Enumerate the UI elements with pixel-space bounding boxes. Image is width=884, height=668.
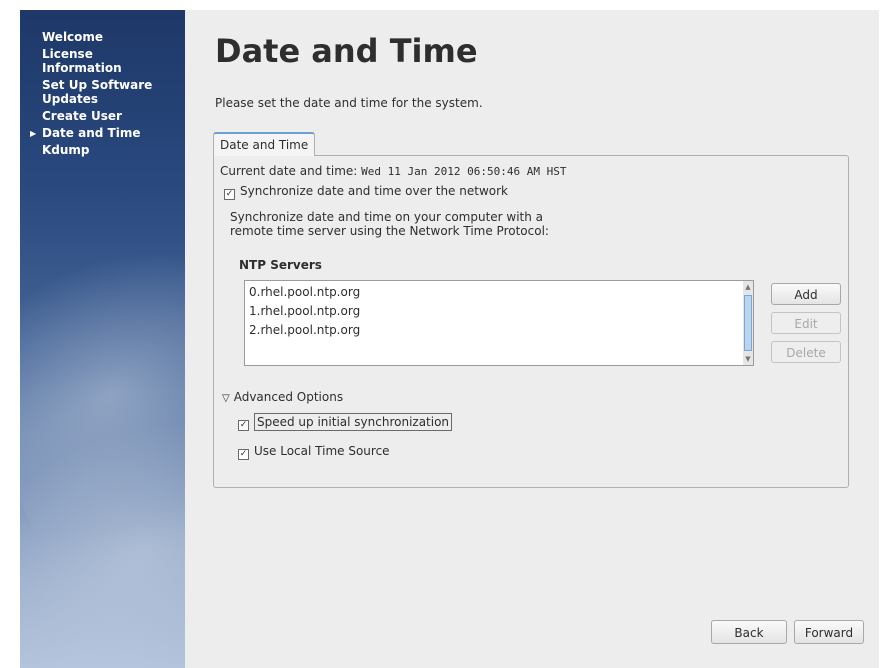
current-datetime-value: Wed 11 Jan 2012 06:50:46 AM HST — [361, 165, 567, 178]
local-time-source-label: Use Local Time Source — [254, 444, 390, 458]
ntp-description-line: remote time server using the Network Tim… — [230, 224, 549, 238]
ntp-list-scrollbar[interactable]: ▲ ▼ — [743, 280, 754, 366]
scroll-up-icon[interactable]: ▲ — [743, 281, 753, 293]
list-item[interactable]: 2.rhel.pool.ntp.org — [249, 323, 360, 337]
sidebar-item-label: License Information — [42, 47, 122, 75]
ntp-description-line: Synchronize date and time on your comput… — [230, 210, 544, 224]
ntp-servers-heading: NTP Servers — [239, 258, 322, 272]
edit-server-button[interactable]: Edit — [771, 312, 841, 334]
main-content: Date and Time Please set the date and ti… — [185, 10, 879, 668]
sidebar-item-date-and-time[interactable]: ▶ Date and Time — [20, 126, 172, 140]
triangle-right-icon: ▶ — [30, 129, 37, 138]
local-time-source-checkbox[interactable]: ✓ Use Local Time Source — [238, 444, 390, 460]
add-server-button[interactable]: Add — [771, 283, 841, 305]
sync-network-checkbox[interactable]: ✓ Synchronize date and time over the netw… — [224, 184, 508, 200]
advanced-options-expander[interactable]: ▽ Advanced Options — [222, 390, 343, 404]
triangle-down-icon: ▽ — [222, 393, 230, 404]
list-item[interactable]: 0.rhel.pool.ntp.org — [249, 285, 360, 299]
back-button[interactable]: Back — [711, 620, 787, 644]
checkbox-checked-icon: ✓ — [224, 189, 235, 200]
scrollbar-thumb[interactable] — [744, 295, 752, 351]
current-datetime-row: Current date and time: Wed 11 Jan 2012 0… — [220, 164, 566, 178]
sidebar-item-software-updates[interactable]: Set Up Software Updates — [20, 78, 172, 106]
tab-label: Date and Time — [220, 138, 309, 152]
delete-server-button[interactable]: Delete — [771, 341, 841, 363]
ntp-description: Synchronize date and time on your comput… — [230, 210, 590, 238]
checkbox-checked-icon: ✓ — [238, 449, 249, 460]
sidebar-item-label: Welcome — [42, 30, 104, 44]
delete-button-label: Delete — [786, 346, 826, 360]
back-button-label: Back — [734, 626, 764, 640]
tab-date-and-time[interactable]: Date and Time — [213, 132, 316, 156]
forward-button-label: Forward — [804, 626, 854, 640]
sidebar-item-label: Create User — [42, 109, 122, 123]
sync-network-label: Synchronize date and time over the netwo… — [240, 184, 508, 198]
current-datetime-label: Current date and time: — [220, 164, 358, 178]
sidebar-nav: Welcome License Information Set Up Softw… — [20, 30, 185, 160]
add-button-label: Add — [794, 288, 818, 302]
page-subtitle: Please set the date and time for the sys… — [215, 96, 483, 110]
sidebar-item-license-information[interactable]: License Information — [20, 47, 172, 75]
sidebar-item-label: Kdump — [42, 143, 90, 157]
forward-button[interactable]: Forward — [794, 620, 864, 644]
sidebar-item-label: Set Up Software Updates — [42, 78, 153, 106]
sidebar-item-welcome[interactable]: Welcome — [20, 30, 172, 44]
scroll-down-icon[interactable]: ▼ — [743, 353, 753, 365]
sidebar-item-create-user[interactable]: Create User — [20, 109, 172, 123]
speed-up-sync-checkbox[interactable]: ✓ Speed up initial synchronization — [238, 413, 453, 431]
advanced-options-label: Advanced Options — [233, 390, 344, 404]
list-item[interactable]: 1.rhel.pool.ntp.org — [249, 304, 360, 318]
sidebar-item-kdump[interactable]: Kdump — [20, 143, 172, 157]
page-title: Date and Time — [215, 32, 478, 70]
checkbox-checked-icon: ✓ — [238, 420, 249, 431]
sidebar-item-label: Date and Time — [42, 126, 141, 140]
ntp-server-list[interactable]: 0.rhel.pool.ntp.org 1.rhel.pool.ntp.org … — [244, 280, 744, 366]
speed-up-sync-label: Speed up initial synchronization — [254, 413, 453, 431]
edit-button-label: Edit — [794, 317, 818, 331]
sidebar: Welcome License Information Set Up Softw… — [20, 10, 185, 668]
tab-panel: Current date and time: Wed 11 Jan 2012 0… — [213, 155, 849, 488]
